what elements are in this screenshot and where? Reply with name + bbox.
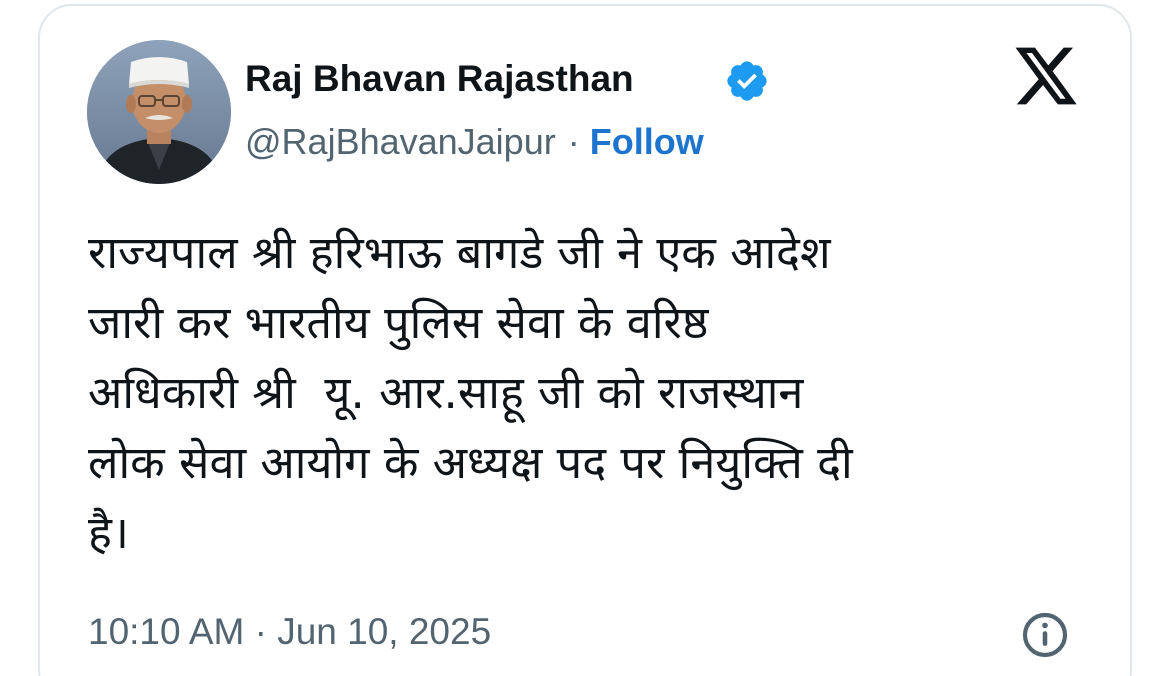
x-logo-icon[interactable] <box>1012 44 1080 108</box>
separator-dot: · <box>567 121 580 162</box>
tweet-text: राज्यपाल श्री हरिभाऊ बागडे जी ने एक आदेश… <box>88 226 853 559</box>
follow-button[interactable]: Follow <box>590 121 704 162</box>
avatar[interactable] <box>87 40 231 184</box>
profile-photo-icon <box>87 40 231 184</box>
display-name[interactable]: Raj Bhavan Rajasthan <box>245 55 634 103</box>
verified-badge-icon <box>727 61 767 101</box>
handle-link[interactable]: @RajBhavanJaipur <box>245 121 556 162</box>
info-icon[interactable] <box>1020 610 1070 660</box>
timestamp[interactable]: 10:10 AM · Jun 10, 2025 <box>88 608 491 656</box>
handle-row: @RajBhavanJaipur · Follow <box>245 118 704 166</box>
